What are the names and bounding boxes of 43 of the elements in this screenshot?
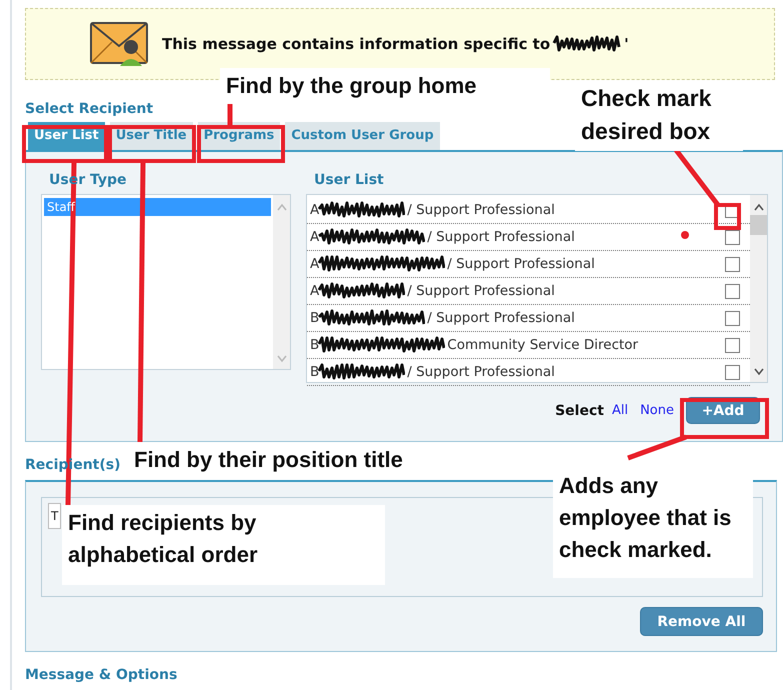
user-name: A [310, 283, 320, 299]
tab[interactable]: Custom User Group [285, 122, 440, 150]
checkbox[interactable] [725, 338, 740, 352]
user-listbox[interactable]: A / Support Professional A / Support Professional A / Support Professional A / Support Professional B / Support Professional B Community Service Director B / Support Professional [306, 194, 768, 383]
recipient-chip[interactable]: T [48, 503, 62, 529]
scroll-up-icon[interactable] [754, 203, 764, 211]
scrollbar[interactable] [750, 195, 767, 382]
user-name: B [310, 364, 320, 380]
banner-message: This message contains information specific to [162, 35, 550, 53]
section-heading: User List [314, 172, 384, 188]
highlight-frame [714, 203, 741, 230]
leader-line [228, 104, 232, 128]
section-heading: Message & Options [25, 667, 178, 683]
annotation-dot [681, 231, 689, 239]
checkbox[interactable] [725, 364, 740, 380]
user-title: / Support Professional [407, 202, 555, 218]
quote-mark: ' [624, 35, 629, 53]
user-name: B [310, 337, 320, 353]
section-heading: Select Recipient [25, 101, 154, 117]
checkbox[interactable] [725, 284, 740, 298]
envelope-person-icon [90, 22, 148, 66]
user-name: A [310, 256, 320, 272]
user-title: Community Service Director [447, 337, 638, 353]
select-label: Select [555, 402, 604, 418]
redaction-scribble [552, 35, 622, 53]
user-title: / Support Professional [427, 310, 575, 326]
user-title: / Support Professional [447, 256, 595, 272]
remove-all-button[interactable]: Remove All [640, 607, 763, 636]
checkbox[interactable] [725, 230, 740, 244]
scroll-down-icon[interactable] [754, 368, 764, 376]
user-title: / Support Professional [407, 364, 555, 380]
checkbox[interactable] [725, 310, 740, 326]
user-name: B [310, 310, 320, 326]
user-name: A [310, 202, 320, 218]
leader-line [627, 434, 687, 460]
user-title: / Support Professional [407, 283, 555, 299]
select-link[interactable]: All [612, 403, 628, 418]
select-link[interactable]: None [640, 403, 674, 418]
checkbox[interactable] [725, 256, 740, 272]
user-name: A [310, 229, 320, 245]
scrollbar-thumb[interactable] [750, 215, 767, 235]
annotation-callout: Find recipients by alphabetical order [62, 505, 385, 585]
user-title: / Support Professional [427, 229, 575, 245]
